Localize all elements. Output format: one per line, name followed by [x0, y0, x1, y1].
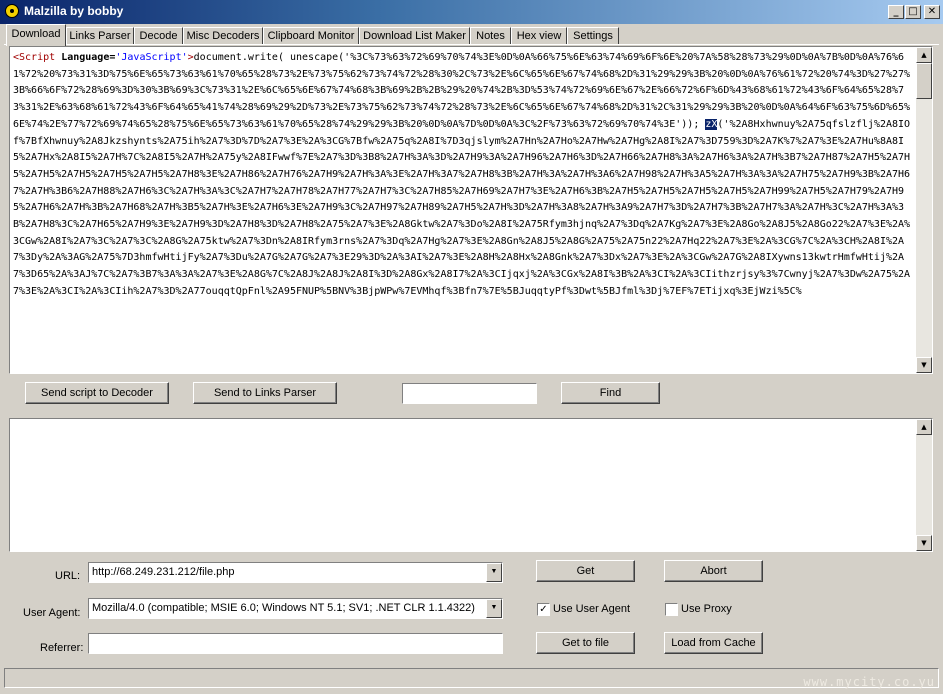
- close-button[interactable]: ✕: [924, 5, 940, 19]
- tab-notes[interactable]: Notes: [470, 27, 511, 45]
- code-payload: ('%2A8Hxhwnuy%2A75qfslzflj%2A8IOf%7BfXhw…: [13, 118, 911, 297]
- scroll-up-icon[interactable]: ▲: [916, 419, 932, 435]
- get-to-file-button[interactable]: Get to file: [536, 632, 635, 654]
- scroll-thumb[interactable]: [916, 63, 932, 99]
- find-input[interactable]: [402, 383, 537, 404]
- scroll-up-icon[interactable]: ▲: [916, 47, 932, 63]
- script-tag-open: <Script: [13, 52, 56, 63]
- url-label: URL:: [55, 570, 81, 582]
- scroll-down-icon[interactable]: ▼: [916, 535, 932, 551]
- source-code[interactable]: <Script Language='JavaScript'>document.w…: [13, 50, 915, 301]
- user-agent-combo[interactable]: Mozilla/4.0 (compatible; MSIE 6.0; Windo…: [88, 598, 503, 619]
- tab-download[interactable]: Download: [6, 24, 66, 46]
- use-user-agent-label: Use User Agent: [553, 603, 631, 615]
- load-from-cache-button[interactable]: Load from Cache: [664, 632, 763, 654]
- send-to-decoder-button[interactable]: Send script to Decoder: [25, 382, 169, 404]
- minimize-button[interactable]: _: [888, 5, 904, 19]
- referrer-label: Referrer:: [40, 642, 84, 654]
- tab-links-parser[interactable]: Links Parser: [66, 27, 134, 45]
- source-editor[interactable]: <Script Language='JavaScript'>document.w…: [9, 46, 933, 374]
- use-proxy-checkbox[interactable]: [665, 603, 678, 616]
- tab-misc-decoders[interactable]: Misc Decoders: [183, 27, 263, 45]
- watermark: www.mycity.co.yu: [803, 675, 935, 689]
- tab-hex-view[interactable]: Hex view: [511, 27, 567, 45]
- malzilla-logo-icon: [5, 4, 19, 18]
- output-scrollbar[interactable]: ▲ ▼: [916, 419, 932, 551]
- tab-settings[interactable]: Settings: [567, 27, 619, 45]
- editor-scrollbar[interactable]: ▲ ▼: [916, 47, 932, 373]
- title-bar: Malzilla by bobby _ □ ✕: [0, 0, 943, 24]
- tab-clipboard-monitor[interactable]: Clipboard Monitor: [263, 27, 359, 45]
- status-bar: [4, 668, 939, 688]
- chevron-down-icon[interactable]: ▼: [486, 599, 502, 618]
- send-to-links-parser-button[interactable]: Send to Links Parser: [193, 382, 337, 404]
- url-combo[interactable]: http://68.249.231.212/file.php ▼: [88, 562, 503, 583]
- use-proxy-label: Use Proxy: [681, 603, 732, 615]
- output-area[interactable]: ▲ ▼: [9, 418, 933, 552]
- tab-panel-border: [4, 44, 939, 45]
- url-value: http://68.249.231.212/file.php: [92, 566, 235, 578]
- selected-text: zX: [705, 118, 718, 130]
- tab-decode[interactable]: Decode: [134, 27, 183, 45]
- language-attribute: Language=: [61, 52, 116, 63]
- maximize-button[interactable]: □: [905, 5, 921, 19]
- scroll-down-icon[interactable]: ▼: [916, 357, 932, 373]
- chevron-down-icon[interactable]: ▼: [486, 563, 502, 582]
- tab-download-list-maker[interactable]: Download List Maker: [359, 27, 470, 45]
- abort-button[interactable]: Abort: [664, 560, 763, 582]
- user-agent-value: Mozilla/4.0 (compatible; MSIE 6.0; Windo…: [92, 602, 475, 614]
- language-value: 'JavaScript': [115, 52, 188, 63]
- find-button[interactable]: Find: [561, 382, 660, 404]
- user-agent-label: User Agent:: [23, 607, 81, 619]
- referrer-input[interactable]: [88, 633, 503, 654]
- get-button[interactable]: Get: [536, 560, 635, 582]
- window-title: Malzilla by bobby: [24, 4, 124, 18]
- use-user-agent-checkbox[interactable]: ✓: [537, 603, 550, 616]
